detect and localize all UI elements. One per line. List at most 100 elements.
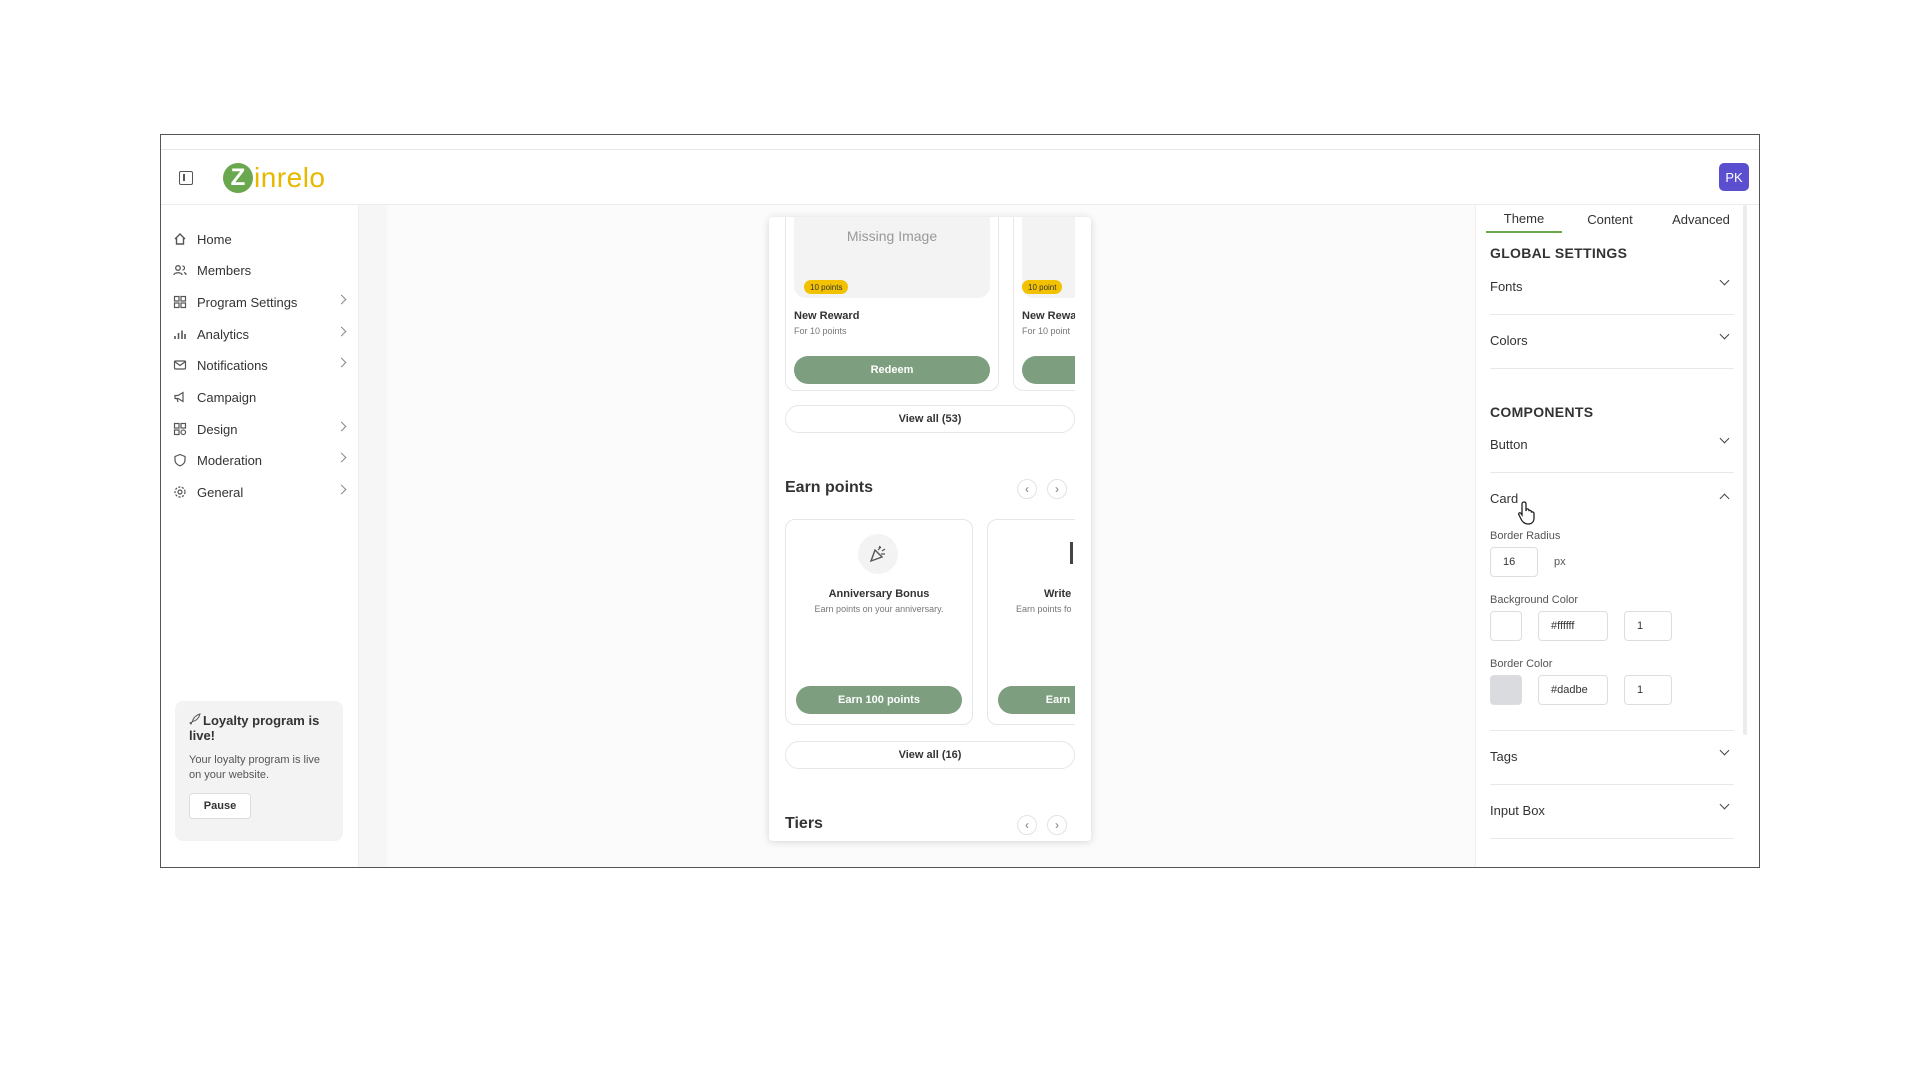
border-radius-unit: px xyxy=(1554,556,1566,568)
sidebar-item-label: Moderation xyxy=(197,452,263,468)
background-color-label: Background Color xyxy=(1490,594,1579,606)
zinrelo-logo: Z inrelo xyxy=(223,161,325,195)
theme-settings-panel: Theme Content Advanced GLOBAL SETTINGS F… xyxy=(1475,205,1759,867)
loyalty-live-title: Loyalty program is live! xyxy=(189,713,320,743)
fonts-accordion[interactable]: Fonts xyxy=(1490,261,1734,315)
sidebar-item-members[interactable]: Members xyxy=(173,258,345,282)
reward-subtitle: For 10 point xyxy=(1022,326,1071,336)
party-popper-icon xyxy=(858,534,898,574)
reward-subtitle: For 10 points xyxy=(794,326,847,336)
gear-icon xyxy=(173,485,187,499)
sidebar-item-label: Home xyxy=(197,231,232,247)
chevron-up-icon xyxy=(1719,493,1730,504)
sidebar-item-label: General xyxy=(197,484,244,500)
background-opacity-input[interactable]: 1 xyxy=(1624,611,1672,641)
sidebar-item-label: Members xyxy=(197,262,252,278)
border-radius-label: Border Radius xyxy=(1490,530,1561,542)
campaign-icon xyxy=(173,390,187,404)
rewards-view-all-button[interactable]: View all (53) xyxy=(785,405,1075,433)
tab-advanced[interactable]: Advanced xyxy=(1656,205,1746,233)
sidebar-item-design[interactable]: Design xyxy=(173,417,347,441)
shield-icon xyxy=(173,453,187,467)
logo-text: inrelo xyxy=(254,162,326,193)
sidebar-toggle-icon[interactable] xyxy=(179,171,193,185)
sidebar-item-analytics[interactable]: Analytics xyxy=(173,322,347,346)
pause-button[interactable]: Pause xyxy=(189,793,251,819)
border-color-swatch[interactable] xyxy=(1490,675,1522,705)
tab-theme[interactable]: Theme xyxy=(1486,205,1562,233)
rocket-icon xyxy=(189,713,203,728)
border-radius-input[interactable]: 16 xyxy=(1490,547,1538,577)
border-opacity-input[interactable]: 1 xyxy=(1624,675,1672,705)
preview-mask xyxy=(1075,513,1091,733)
redeem-button[interactable]: Redeem xyxy=(794,356,990,384)
points-badge: 10 points xyxy=(804,280,849,294)
widget-preview: Missing Image 10 points New Reward For 1… xyxy=(769,217,1091,841)
tags-accordion[interactable]: Tags xyxy=(1490,731,1734,785)
reward-title: New Reward xyxy=(794,310,860,322)
tab-content[interactable]: Content xyxy=(1570,205,1650,233)
analytics-icon xyxy=(173,327,187,341)
sidebar-item-label: Notifications xyxy=(197,357,268,373)
chevron-right-icon xyxy=(336,484,347,495)
chevron-right-icon xyxy=(336,326,347,337)
top-bar: Z inrelo PK xyxy=(161,135,1759,205)
tags-label: Tags xyxy=(1490,749,1518,764)
sidebar-item-label: Program Settings xyxy=(197,294,298,310)
user-avatar[interactable]: PK xyxy=(1719,163,1749,191)
panel-scrollbar[interactable] xyxy=(1743,205,1747,735)
members-icon xyxy=(173,263,187,277)
tiers-heading: Tiers xyxy=(785,815,823,832)
sidebar-item-label: Campaign xyxy=(197,389,257,405)
button-accordion[interactable]: Button xyxy=(1490,419,1734,473)
earn-view-all-button[interactable]: View all (16) xyxy=(785,741,1075,769)
colors-accordion[interactable]: Colors xyxy=(1490,315,1734,369)
home-icon xyxy=(173,232,187,246)
cursor-bar xyxy=(1070,542,1073,564)
chevron-down-icon xyxy=(1719,433,1730,444)
colors-label: Colors xyxy=(1490,333,1528,348)
button-label: Button xyxy=(1490,437,1528,452)
input-box-label: Input Box xyxy=(1490,803,1545,818)
earn-subtitle: Earn points on your anniversary. xyxy=(814,604,944,614)
sidebar-item-program-settings[interactable]: Program Settings xyxy=(173,290,347,314)
reward-card[interactable]: Missing Image 10 points New Reward For 1… xyxy=(785,217,999,391)
earn-points-heading: Earn points xyxy=(785,479,874,496)
chevron-down-icon xyxy=(1719,745,1730,756)
chevron-right-icon xyxy=(336,294,347,305)
logo-mark: Z xyxy=(223,163,253,193)
sidebar-item-moderation[interactable]: Moderation xyxy=(173,448,347,472)
tiers-next-arrow[interactable]: › xyxy=(1047,815,1067,835)
global-settings-title: GLOBAL SETTINGS xyxy=(1490,245,1628,261)
loyalty-live-card: Loyalty program is live! Your loyalty pr… xyxy=(175,701,343,841)
chevron-right-icon xyxy=(336,357,347,368)
chevron-right-icon xyxy=(336,421,347,432)
sidebar-item-home[interactable]: Home xyxy=(173,227,345,251)
border-color-hex-input[interactable]: #dadbe xyxy=(1538,675,1608,705)
tiers-prev-arrow[interactable]: ‹ xyxy=(1017,815,1037,835)
input-box-accordion[interactable]: Input Box xyxy=(1490,785,1734,839)
fonts-label: Fonts xyxy=(1490,279,1523,294)
loyalty-live-description: Your loyalty program is live on your web… xyxy=(189,754,321,781)
earn-next-arrow[interactable]: › xyxy=(1047,479,1067,499)
background-color-hex-input[interactable]: #ffffff xyxy=(1538,611,1608,641)
points-badge: 10 point xyxy=(1022,280,1063,294)
card-label: Card xyxy=(1490,491,1519,506)
earn-title: Anniversary Bonus xyxy=(828,588,930,600)
earn-button[interactable]: Earn 100 points xyxy=(796,686,962,714)
chevron-down-icon xyxy=(1719,799,1730,810)
sidebar-item-label: Design xyxy=(197,421,238,437)
sidebar-item-notifications[interactable]: Notifications xyxy=(173,353,347,377)
earn-prev-arrow[interactable]: ‹ xyxy=(1017,479,1037,499)
earn-card[interactable]: Anniversary Bonus Earn points on your an… xyxy=(785,519,973,725)
sidebar-item-general[interactable]: General xyxy=(173,480,347,504)
components-title: COMPONENTS xyxy=(1490,404,1594,420)
sidebar: Home Members Program Settings Analytics xyxy=(161,205,359,867)
background-color-swatch[interactable] xyxy=(1490,611,1522,641)
reward-title: New Rewa xyxy=(1022,310,1077,322)
notifications-icon xyxy=(173,358,187,372)
program-settings-icon xyxy=(173,295,187,309)
design-icon xyxy=(173,422,187,436)
chevron-down-icon xyxy=(1719,275,1730,286)
sidebar-item-campaign[interactable]: Campaign xyxy=(173,385,345,409)
